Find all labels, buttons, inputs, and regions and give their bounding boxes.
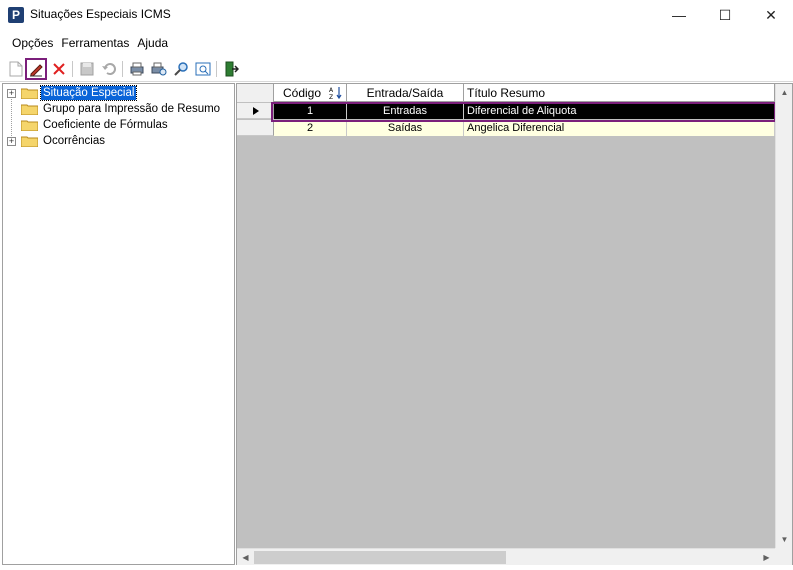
tree-item-coeficiente[interactable]: Coeficiente de Fórmulas: [3, 117, 234, 133]
table-row[interactable]: 2 Saídas Angelica Diferencial: [237, 120, 775, 136]
scroll-right-icon[interactable]: ▶: [758, 549, 775, 566]
expand-icon[interactable]: +: [7, 136, 16, 146]
grid-header: Código A Z Entrada/Saída Título Resumo: [237, 84, 775, 102]
delete-button[interactable]: [48, 58, 70, 80]
toolbar-separator: [72, 61, 73, 77]
search-button[interactable]: [170, 58, 192, 80]
cell-entrada-saida[interactable]: Entradas: [347, 103, 464, 119]
folder-icon: [21, 120, 38, 131]
folder-icon: [21, 104, 38, 115]
cell-entrada-saida[interactable]: Saídas: [347, 120, 464, 136]
menu-opcoes[interactable]: Opções: [8, 36, 57, 50]
report-button[interactable]: [192, 58, 214, 80]
scroll-up-icon[interactable]: ▲: [776, 84, 793, 101]
column-label: Código: [283, 86, 322, 100]
print-preview-icon: [151, 62, 167, 76]
new-button[interactable]: [5, 58, 27, 80]
minimize-button[interactable]: —: [656, 0, 702, 30]
expand-icon[interactable]: +: [7, 88, 16, 98]
save-button[interactable]: [76, 58, 98, 80]
navigation-tree: + Situação Especial Grupo para Impressão…: [2, 83, 235, 565]
cell-codigo[interactable]: 2: [274, 120, 347, 136]
row-indicator: [237, 120, 274, 136]
tree-item-ocorrencias[interactable]: + Ocorrências: [3, 133, 234, 149]
vertical-scrollbar[interactable]: ▲ ▼: [775, 84, 792, 548]
exit-icon: [225, 61, 239, 77]
sort-az-icon[interactable]: A Z: [329, 86, 343, 100]
edit-icon: [30, 64, 43, 77]
exit-button[interactable]: [220, 58, 242, 80]
column-header-codigo[interactable]: Código A Z: [274, 84, 347, 102]
row-indicator: [237, 103, 274, 119]
undo-icon: [102, 63, 116, 75]
tree-item-label: Ocorrências: [43, 135, 105, 147]
folder-icon: [21, 136, 38, 147]
tree-item-grupo-impressao[interactable]: Grupo para Impressão de Resumo: [3, 101, 234, 117]
maximize-button[interactable]: ☐: [702, 0, 748, 30]
toolbar: [0, 56, 793, 82]
tree-item-situacao-especial[interactable]: + Situação Especial: [3, 85, 234, 101]
header-indicator: [237, 84, 274, 102]
svg-text:Z: Z: [329, 94, 333, 100]
print-button[interactable]: [126, 58, 148, 80]
toolbar-separator: [122, 61, 123, 77]
search-icon: [174, 62, 188, 76]
close-button[interactable]: ✕: [748, 0, 793, 30]
data-grid: Código A Z Entrada/Saída Título Resumo 1…: [236, 83, 793, 565]
column-label: Entrada/Saída: [366, 86, 444, 100]
toolbar-separator: [216, 61, 217, 77]
app-icon: P: [8, 7, 24, 23]
column-header-titulo-resumo[interactable]: Título Resumo: [464, 84, 775, 102]
print-preview-button[interactable]: [148, 58, 170, 80]
report-icon: [195, 62, 211, 76]
svg-text:A: A: [329, 87, 334, 94]
menu-bar: Opções Ferramentas Ajuda: [0, 33, 793, 53]
folder-icon: [21, 88, 38, 99]
window-title: Situações Especiais ICMS: [30, 7, 171, 21]
new-icon: [9, 61, 23, 77]
tree-item-label: Situação Especial: [39, 85, 138, 101]
menu-ferramentas[interactable]: Ferramentas: [57, 36, 133, 50]
table-row[interactable]: 1 Entradas Diferencial de Aliquota: [237, 103, 775, 119]
delete-icon: [53, 63, 65, 75]
undo-button[interactable]: [98, 58, 120, 80]
horizontal-scroll-thumb[interactable]: [254, 551, 506, 564]
save-icon: [80, 62, 94, 76]
column-header-entrada-saida[interactable]: Entrada/Saída: [347, 84, 464, 102]
current-row-arrow-icon: [253, 107, 259, 115]
title-bar: P Situações Especiais ICMS — ☐ ✕: [0, 0, 793, 30]
scroll-down-icon[interactable]: ▼: [776, 531, 793, 548]
scrollbar-corner: [775, 548, 792, 565]
cell-titulo-resumo[interactable]: Angelica Diferencial: [464, 120, 775, 136]
edit-button[interactable]: [25, 58, 47, 80]
cell-titulo-resumo[interactable]: Diferencial de Aliquota: [464, 103, 775, 119]
horizontal-scrollbar[interactable]: ◀ ▶: [237, 548, 775, 565]
scroll-left-icon[interactable]: ◀: [237, 549, 254, 566]
menu-ajuda[interactable]: Ajuda: [133, 36, 172, 50]
tree-item-label: Coeficiente de Fórmulas: [43, 119, 168, 131]
print-icon: [130, 62, 144, 76]
cell-codigo[interactable]: 1: [274, 103, 347, 119]
tree-item-label: Grupo para Impressão de Resumo: [43, 103, 221, 115]
column-label: Título Resumo: [467, 86, 546, 100]
